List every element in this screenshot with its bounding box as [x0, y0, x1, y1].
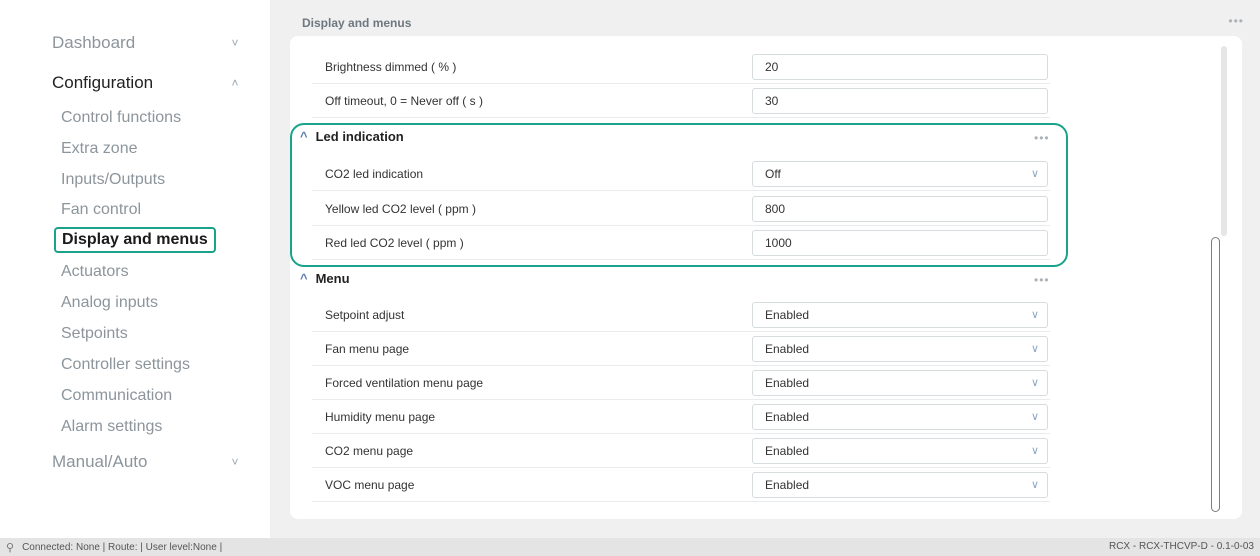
setting-label: CO2 menu page: [325, 443, 414, 458]
nav-group-label: Configuration: [52, 73, 154, 92]
section-title: Menu: [315, 271, 350, 286]
setting-row: Red led CO2 level ( ppm ) 1000: [312, 226, 1050, 260]
setting-label: Fan menu page: [325, 341, 410, 356]
setting-label: VOC menu page: [325, 477, 415, 492]
setting-row: Humidity menu page Enabled ∨: [312, 400, 1050, 434]
sidebar-item-fan-control[interactable]: Fan control: [61, 201, 141, 219]
status-bar: ⚲ Connected: None | Route: | User level:…: [0, 538, 1260, 556]
more-options-icon[interactable]: •••: [1228, 14, 1244, 28]
device-version: RCX - RCX-THCVP-D - 0.1-0-03: [1108, 541, 1254, 552]
setting-label: Red led CO2 level ( ppm ): [325, 235, 464, 250]
co2-led-indication-select[interactable]: Off ∨: [752, 160, 1048, 187]
section-title: Led indication: [315, 129, 404, 144]
setting-label: Humidity menu page: [325, 409, 436, 424]
sidebar: Dashboard ˅ Configuration ˄ Control func…: [0, 0, 270, 538]
setting-row: CO2 led indication Off ∨: [312, 157, 1050, 191]
sidebar-item-extra-zone[interactable]: Extra zone: [61, 140, 137, 158]
section-more-icon[interactable]: •••: [1034, 131, 1050, 145]
sidebar-item-control-functions[interactable]: Control functions: [61, 109, 181, 127]
select-value: Off: [765, 166, 781, 181]
select-value: Enabled: [765, 477, 810, 492]
setting-row: Off timeout, 0 = Never off ( s ) 30: [312, 84, 1050, 118]
select-value: Enabled: [765, 443, 810, 458]
chevron-down-icon: ∨: [1030, 410, 1039, 423]
select-value: Enabled: [765, 307, 810, 322]
select-value: Enabled: [765, 409, 810, 424]
setting-label: Setpoint adjust: [325, 307, 405, 322]
yellow-led-co2-level-input[interactable]: 800: [752, 195, 1048, 222]
section-header-menu[interactable]: ^ Menu: [300, 271, 350, 286]
setting-label: Brightness dimmed ( % ): [325, 59, 457, 74]
off-timeout-input[interactable]: 30: [752, 87, 1048, 114]
co2-menu-page-select[interactable]: Enabled ∨: [752, 437, 1048, 464]
status-text: Connected: None | Route: | User level:No…: [22, 541, 223, 553]
setpoint-adjust-select[interactable]: Enabled ∨: [752, 301, 1048, 328]
chevron-up-icon: ˄: [231, 76, 239, 90]
scrollbar-thumb[interactable]: [1211, 237, 1220, 512]
voc-menu-page-select[interactable]: Enabled ∨: [752, 471, 1048, 498]
sidebar-item-display-and-menus[interactable]: Display and menus: [54, 227, 216, 253]
setting-label: Off timeout, 0 = Never off ( s ): [325, 93, 483, 108]
setting-label: Yellow led CO2 level ( ppm ): [325, 201, 476, 216]
sidebar-item-setpoints[interactable]: Setpoints: [61, 325, 128, 343]
humidity-menu-page-select[interactable]: Enabled ∨: [752, 403, 1048, 430]
sidebar-item-controller-settings[interactable]: Controller settings: [61, 356, 190, 374]
collapse-caret-icon: ^: [300, 129, 308, 144]
nav-group-configuration[interactable]: Configuration ˄: [52, 73, 242, 93]
select-value: Enabled: [765, 375, 810, 390]
scrollbar-track[interactable]: [1221, 46, 1227, 236]
section-more-icon[interactable]: •••: [1034, 273, 1050, 287]
section-header-led-indication[interactable]: ^ Led indication: [300, 129, 404, 144]
sidebar-item-inputs-outputs[interactable]: Inputs/Outputs: [61, 171, 165, 189]
setting-row: Setpoint adjust Enabled ∨: [312, 298, 1050, 332]
sidebar-item-communication[interactable]: Communication: [61, 387, 172, 405]
chevron-down-icon: ∨: [1030, 444, 1039, 457]
select-value: Enabled: [765, 341, 810, 356]
nav-group-label: Dashboard: [52, 33, 136, 52]
setting-row: Forced ventilation menu page Enabled ∨: [312, 366, 1050, 400]
nav-group-dashboard[interactable]: Dashboard ˅: [52, 33, 242, 53]
setting-row: VOC menu page Enabled ∨: [312, 468, 1050, 502]
setting-row: CO2 menu page Enabled ∨: [312, 434, 1050, 468]
connection-icon: ⚲: [6, 541, 15, 554]
nav-group-label: Manual/Auto: [52, 452, 148, 471]
sidebar-item-actuators[interactable]: Actuators: [61, 263, 129, 281]
chevron-down-icon: ˅: [231, 455, 239, 469]
red-led-co2-level-input[interactable]: 1000: [752, 229, 1048, 256]
setting-label: Forced ventilation menu page: [325, 375, 484, 390]
chevron-down-icon: ∨: [1030, 478, 1039, 491]
fan-menu-page-select[interactable]: Enabled ∨: [752, 335, 1048, 362]
chevron-down-icon: ∨: [1030, 342, 1039, 355]
nav-group-manual-auto[interactable]: Manual/Auto ˅: [52, 452, 242, 472]
chevron-down-icon: ˅: [231, 36, 239, 50]
sidebar-item-analog-inputs[interactable]: Analog inputs: [61, 294, 158, 312]
forced-ventilation-menu-page-select[interactable]: Enabled ∨: [752, 369, 1048, 396]
sidebar-item-alarm-settings[interactable]: Alarm settings: [61, 418, 162, 436]
collapse-caret-icon: ^: [300, 271, 308, 286]
setting-label: CO2 led indication: [325, 166, 424, 181]
page-title: Display and menus: [302, 16, 412, 30]
chevron-down-icon: ∨: [1030, 167, 1039, 180]
setting-row: Brightness dimmed ( % ) 20: [312, 50, 1050, 84]
setting-row: Yellow led CO2 level ( ppm ) 800: [312, 192, 1050, 226]
brightness-dimmed-input[interactable]: 20: [752, 53, 1048, 80]
chevron-down-icon: ∨: [1030, 308, 1039, 321]
setting-row: Fan menu page Enabled ∨: [312, 332, 1050, 366]
chevron-down-icon: ∨: [1030, 376, 1039, 389]
